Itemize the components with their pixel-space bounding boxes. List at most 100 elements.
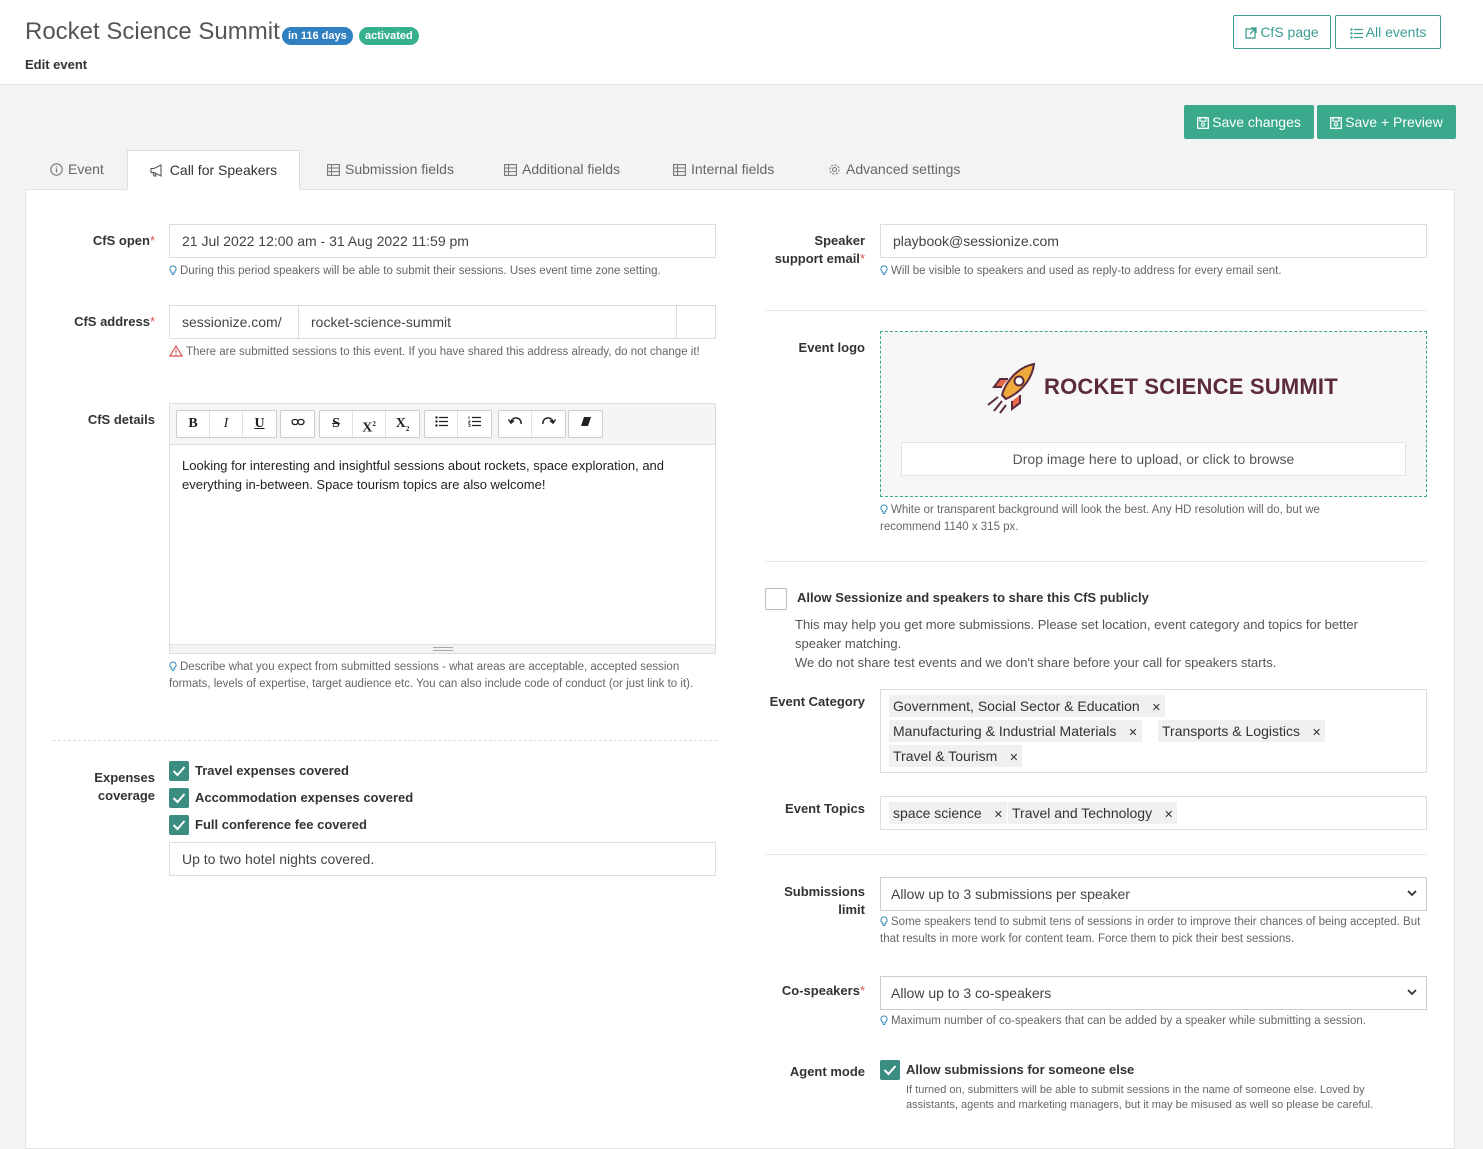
cfs-details-help: Describe what you expect from submitted … — [169, 661, 694, 690]
travel-checkbox[interactable] — [169, 761, 189, 781]
bold-button[interactable]: B — [177, 411, 210, 437]
list-group — [424, 410, 492, 438]
expenses-label: Expenses coverage — [94, 770, 155, 803]
submissions-limit-select[interactable]: Allow up to 3 submissions per speaker — [880, 877, 1427, 911]
category-tag: Travel & Tourism ✕ — [889, 745, 1023, 767]
bullet-list-icon — [434, 416, 448, 427]
cfs-address-warning: There are submitted sessions to this eve… — [168, 344, 709, 361]
chevron-down-icon — [1407, 989, 1417, 996]
support-email-input[interactable]: playbook@sessionize.com — [880, 224, 1427, 258]
travel-label: Travel expenses covered — [195, 763, 349, 778]
lightbulb-icon — [880, 265, 888, 275]
superscript-button[interactable]: X2 — [353, 411, 386, 437]
remove-tag-icon[interactable]: ✕ — [1164, 809, 1173, 821]
clear-format-button[interactable] — [569, 411, 602, 437]
remove-tag-icon[interactable]: ✕ — [1152, 702, 1161, 714]
fee-label: Full conference fee covered — [195, 817, 367, 832]
share-publicly-label: Allow Sessionize and speakers to share t… — [797, 590, 1149, 605]
lightbulb-icon — [169, 661, 177, 671]
redo-button[interactable] — [532, 411, 565, 437]
upload-browse-button[interactable]: Drop image here to upload, or click to b… — [901, 442, 1406, 476]
lightbulb-icon — [880, 1015, 888, 1025]
save-changes-button[interactable]: Save changes — [1184, 105, 1314, 139]
megaphone-icon — [150, 164, 162, 177]
all-events-label: All events — [1365, 24, 1427, 40]
tab-call-for-speakers[interactable]: Call for Speakers — [127, 150, 300, 190]
tab-submission-label: Submission fields — [345, 161, 454, 177]
cfs-open-input[interactable]: 21 Jul 2022 12:00 am - 31 Aug 2022 11:59… — [169, 224, 716, 258]
list-icon — [1349, 28, 1363, 39]
eraser-icon — [580, 417, 591, 426]
tab-event[interactable]: Event — [50, 150, 104, 190]
support-email-help: Will be visible to speakers and used as … — [880, 263, 1427, 280]
check-icon — [883, 1065, 897, 1076]
lightbulb-icon — [880, 916, 888, 926]
co-speakers-select[interactable]: Allow up to 3 co-speakers — [880, 976, 1427, 1010]
save-icon — [1197, 117, 1210, 129]
editor-content[interactable]: Looking for interesting and insightful s… — [182, 456, 702, 494]
info-icon — [50, 163, 63, 176]
cfs-details-label: CfS details — [87, 412, 155, 427]
submissions-limit-help: Some speakers tend to submit tens of ses… — [880, 916, 1421, 945]
strikethrough-button[interactable]: S — [320, 411, 353, 437]
co-speakers-help: Maximum number of co-speakers that can b… — [880, 1013, 1427, 1030]
undo-button[interactable] — [499, 411, 532, 437]
tab-advanced-label: Advanced settings — [846, 161, 961, 177]
accommodation-label: Accommodation expenses covered — [195, 790, 414, 805]
event-logo-label: Event logo — [798, 340, 865, 355]
tab-internal-fields[interactable]: Internal fields — [673, 150, 774, 190]
editor-resize-handle[interactable] — [170, 644, 715, 653]
bullet-list-button[interactable] — [425, 411, 458, 437]
lightbulb-icon — [880, 504, 888, 514]
rich-text-editor: B I U S X2 X2 Looking for interesting an… — [169, 403, 716, 654]
cfs-open-label: CfS open* — [92, 233, 155, 248]
remove-tag-icon[interactable]: ✕ — [1128, 727, 1137, 739]
share-publicly-checkbox[interactable] — [765, 588, 787, 610]
history-group — [498, 410, 566, 438]
cfs-open-help: During this period speakers will be able… — [169, 263, 729, 280]
tab-additional-fields[interactable]: Additional fields — [504, 150, 620, 190]
cfs-address-input[interactable]: rocket-science-summit — [298, 305, 677, 339]
subscript-button[interactable]: X2 — [386, 411, 419, 437]
support-email-label: Speaker support email* — [774, 233, 865, 266]
italic-button[interactable]: I — [210, 411, 243, 437]
remove-tag-icon[interactable]: ✕ — [994, 809, 1003, 821]
fee-checkbox[interactable] — [169, 815, 189, 835]
share-description: This may help you get more submissions. … — [795, 617, 1358, 670]
accommodation-checkbox[interactable] — [169, 788, 189, 808]
cfs-address-prefix: sessionize.com/ — [169, 305, 299, 339]
check-icon — [172, 766, 186, 777]
section-divider — [765, 561, 1427, 562]
all-events-button[interactable]: All events — [1335, 15, 1441, 49]
underline-button[interactable]: U — [243, 411, 276, 437]
cfs-page-button[interactable]: CfS page — [1233, 15, 1331, 49]
numbered-list-button[interactable] — [458, 411, 491, 437]
link-icon — [290, 418, 305, 426]
agent-mode-checkbox[interactable] — [880, 1060, 900, 1080]
agent-mode-check-label: Allow submissions for someone else — [906, 1062, 1135, 1077]
topic-tag: Travel and Technology ✕ — [1008, 802, 1178, 824]
expenses-note-input[interactable]: Up to two hotel nights covered. — [169, 842, 716, 876]
table-icon — [673, 164, 686, 176]
gear-icon — [829, 164, 840, 175]
page-header: Rocket Science Summit in 116 days activa… — [0, 0, 1483, 85]
tab-additional-label: Additional fields — [522, 161, 621, 177]
cfs-address-label: CfS address* — [74, 314, 155, 329]
editor-toolbar: B I U S X2 X2 — [170, 404, 715, 445]
redo-icon — [541, 417, 556, 425]
event-category-label: Event Category — [769, 694, 865, 709]
tab-submission-fields[interactable]: Submission fields — [327, 150, 454, 190]
link-button[interactable] — [281, 411, 314, 437]
format-group: B I U — [176, 410, 277, 438]
agent-mode-label: Agent mode — [789, 1064, 865, 1079]
remove-tag-icon[interactable]: ✕ — [1312, 727, 1321, 739]
section-divider — [765, 854, 1427, 855]
save-preview-button[interactable]: Save + Preview — [1317, 105, 1456, 139]
save-preview-label: Save + Preview — [1345, 114, 1443, 130]
tab-advanced-settings[interactable]: Advanced settings — [828, 150, 960, 190]
logo-preview-text: ROCKET SCIENCE SUMMIT — [1044, 374, 1338, 399]
remove-tag-icon[interactable]: ✕ — [1009, 752, 1018, 764]
link-group — [280, 410, 315, 438]
page-subtitle: Edit event — [25, 57, 88, 72]
tab-internal-label: Internal fields — [691, 161, 775, 177]
